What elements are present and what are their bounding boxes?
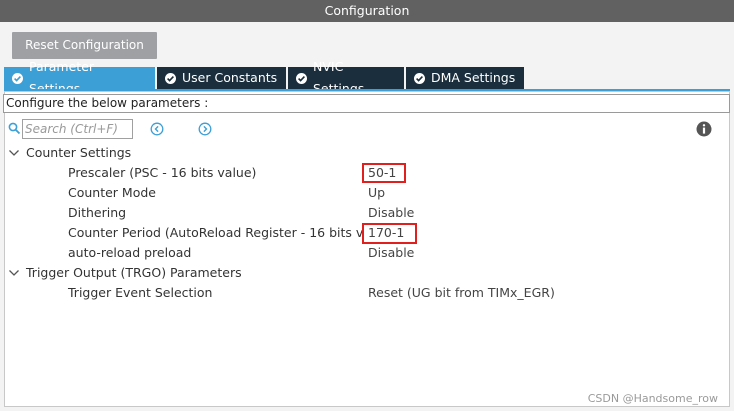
param-trigger-event-selection-label: Trigger Event Selection: [68, 285, 213, 300]
description-box: Configure the below parameters :: [3, 94, 730, 113]
tab-parameter-settings[interactable]: Parameter Settings: [4, 59, 155, 96]
chevron-down-icon[interactable]: [8, 263, 20, 283]
tab-nvic-settings[interactable]: NVIC Settings: [288, 59, 404, 96]
chevron-right-circle-icon[interactable]: [198, 122, 212, 136]
check-circle-icon: [296, 72, 307, 84]
tab-user-constants[interactable]: User Constants: [157, 67, 286, 89]
param-dithering-label: Dithering: [68, 205, 127, 220]
tab-label: DMA Settings: [431, 70, 516, 85]
reset-configuration-button[interactable]: Reset Configuration: [12, 32, 157, 59]
watermark: CSDN @Handsome_row: [587, 392, 718, 405]
param-trigger-event-selection-value[interactable]: Reset (UG bit from TIMx_EGR): [368, 283, 555, 303]
info-icon[interactable]: [696, 121, 712, 137]
group-trigger-output[interactable]: Trigger Output (TRGO) Parameters: [8, 263, 308, 283]
chevron-left-circle-icon[interactable]: [150, 122, 164, 136]
tab-dma-settings[interactable]: DMA Settings: [406, 67, 524, 89]
param-counter-period-label: Counter Period (AutoReload Register - 16…: [68, 225, 362, 240]
tab-bar: Parameter Settings User Constants NVIC S…: [4, 59, 526, 96]
tab-label: User Constants: [182, 70, 278, 85]
chevron-down-icon[interactable]: [8, 143, 20, 163]
check-circle-icon: [165, 72, 176, 84]
param-auto-reload-preload-value[interactable]: Disable: [368, 243, 414, 263]
param-auto-reload-preload-label: auto-reload preload: [68, 245, 192, 260]
highlight-box-counter-period: [362, 223, 417, 244]
check-circle-icon: [414, 72, 425, 84]
param-counter-mode-value[interactable]: Up: [368, 183, 385, 203]
param-dithering-value[interactable]: Disable: [368, 203, 414, 223]
check-circle-icon: [12, 72, 23, 84]
search-input[interactable]: Search (Ctrl+F): [22, 119, 133, 139]
group-counter-settings[interactable]: Counter Settings: [8, 143, 308, 163]
param-prescaler-label: Prescaler (PSC - 16 bits value): [68, 165, 257, 180]
highlight-box-prescaler: [362, 163, 406, 183]
window-title: Configuration: [0, 0, 734, 22]
search-icon[interactable]: [8, 122, 21, 135]
group-label: Trigger Output (TRGO) Parameters: [26, 265, 242, 280]
param-counter-mode-label: Counter Mode: [68, 185, 156, 200]
group-label: Counter Settings: [26, 145, 132, 160]
